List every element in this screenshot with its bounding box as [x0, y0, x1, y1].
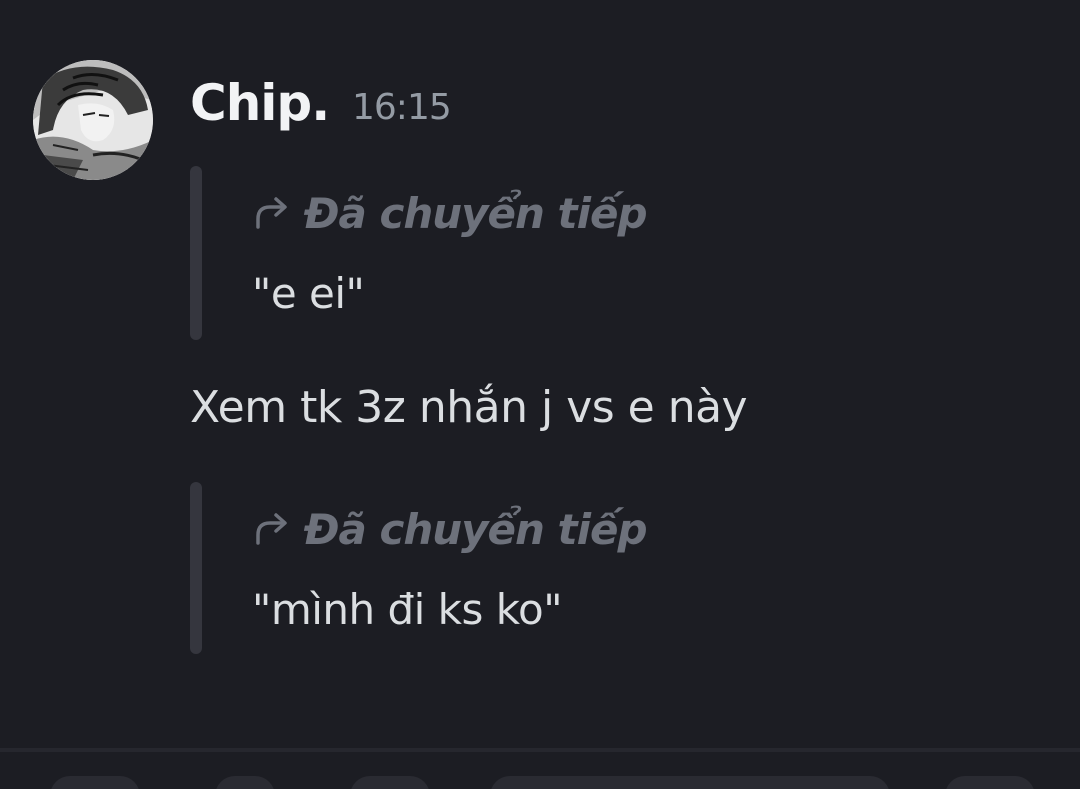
message-text: Xem tk 3z nhắn j vs e này: [190, 382, 748, 433]
composer-button-right[interactable]: [945, 776, 1035, 789]
forwarded-text: "e ei": [252, 269, 365, 318]
forward-arrow-icon: [256, 513, 287, 545]
avatar-image: [33, 60, 153, 180]
forwarded-message-2[interactable]: Đã chuyển tiếp "mình đi ks ko": [190, 482, 890, 654]
forward-arrow-icon: [256, 197, 287, 229]
composer-button-2[interactable]: [215, 776, 275, 789]
forward-label-text: Đã chuyển tiếp: [304, 504, 648, 554]
composer-button-left[interactable]: [50, 776, 140, 789]
author-name[interactable]: Chip.: [190, 70, 330, 136]
composer-button-3[interactable]: [350, 776, 430, 789]
message-timestamp: 16:15: [352, 87, 452, 128]
composer-divider: [0, 748, 1080, 752]
forwarded-message-1[interactable]: Đã chuyển tiếp "e ei": [190, 166, 890, 340]
forward-quote-bar: [190, 482, 202, 654]
forward-quote-bar: [190, 166, 202, 340]
forward-label-text: Đã chuyển tiếp: [304, 188, 648, 238]
author-avatar[interactable]: [33, 60, 153, 180]
chat-screen: Chip. 16:15 Đã chuyển tiếp "e ei" Xem tk…: [0, 0, 1080, 789]
forwarded-text: "mình đi ks ko": [252, 585, 563, 634]
forward-label: Đã chuyển tiếp: [252, 184, 648, 242]
forward-label: Đã chuyển tiếp: [252, 500, 648, 558]
composer-message-input[interactable]: [490, 776, 890, 789]
